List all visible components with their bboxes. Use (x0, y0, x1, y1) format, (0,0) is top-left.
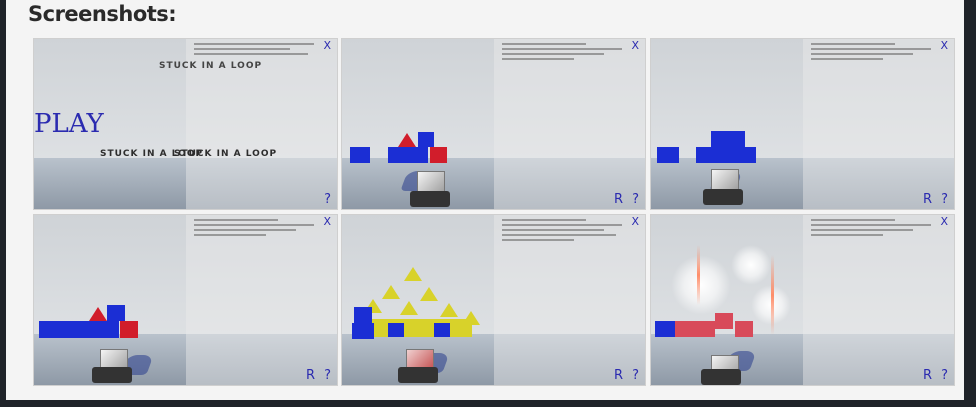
blue-cube (354, 307, 372, 323)
red-cube (715, 313, 733, 329)
yellow-pyramid (440, 303, 458, 317)
reset-button[interactable]: R (923, 368, 932, 383)
section-heading: Screenshots: (28, 2, 177, 26)
light-flare (771, 255, 774, 335)
light-flare (697, 245, 700, 305)
code-text-block (193, 43, 314, 58)
screenshot-thumbnail-3[interactable]: X R ? (650, 38, 955, 210)
close-button[interactable]: X (940, 215, 948, 228)
blue-cube (107, 305, 125, 321)
red-cube (120, 321, 138, 338)
code-overlay (493, 215, 645, 385)
screenshot-thumbnail-4[interactable]: X R ? (33, 214, 338, 386)
yellow-pyramid (420, 287, 438, 301)
code-overlay (493, 39, 645, 209)
blue-cube (418, 132, 434, 147)
close-button[interactable]: X (631, 39, 639, 52)
screenshots-panel: Screenshots: PLAY STUCK IN A LOOP STUCK … (6, 0, 964, 400)
close-button[interactable]: X (631, 215, 639, 228)
reset-button[interactable]: R (614, 368, 623, 383)
player-gun (701, 369, 741, 385)
yellow-pyramid (382, 285, 400, 299)
blue-cube (657, 147, 679, 163)
blue-cube-row (696, 147, 756, 163)
play-text: PLAY (34, 109, 104, 139)
red-cube-row (675, 321, 715, 337)
help-button[interactable]: ? (941, 192, 948, 207)
close-button[interactable]: X (323, 39, 331, 52)
red-pyramid (398, 133, 416, 147)
close-button[interactable]: X (940, 39, 948, 52)
close-button[interactable]: X (323, 215, 331, 228)
code-overlay (802, 39, 954, 209)
blue-cube (350, 147, 370, 163)
help-button[interactable]: ? (324, 192, 331, 207)
player-gun (398, 367, 438, 383)
screenshot-thumbnail-6[interactable]: X R ? (650, 214, 955, 386)
code-text-block (810, 43, 931, 63)
reset-button[interactable]: R (614, 192, 623, 207)
light-glow (731, 245, 771, 285)
help-button[interactable]: ? (941, 368, 948, 383)
code-text-block (810, 219, 931, 239)
yellow-pyramid-pile (372, 319, 472, 337)
screenshot-thumbnail-2[interactable]: X R ? (341, 38, 646, 210)
red-pyramid (89, 307, 107, 321)
light-glow (671, 255, 731, 315)
help-button[interactable]: ? (324, 368, 331, 383)
blue-cube (655, 321, 675, 337)
reset-button[interactable]: R (923, 192, 932, 207)
reset-button[interactable]: R (306, 368, 315, 383)
yellow-pyramid (404, 267, 422, 281)
yellow-pyramid (400, 301, 418, 315)
blue-cube (388, 323, 404, 337)
code-overlay (802, 215, 954, 385)
red-cube (430, 147, 447, 163)
red-cube (735, 321, 753, 337)
screenshot-thumbnail-1[interactable]: PLAY STUCK IN A LOOP STUCK IN A LOOP STU… (33, 38, 338, 210)
stuck-in-a-loop-text-bottom-echo: STUCK IN A LOOP (174, 149, 278, 159)
code-text-block (501, 43, 622, 63)
code-text-block (501, 219, 622, 244)
help-button[interactable]: ? (632, 192, 639, 207)
blue-cube (388, 147, 428, 163)
help-button[interactable]: ? (632, 368, 639, 383)
player-gun (410, 191, 450, 207)
code-text-block (193, 219, 314, 239)
blue-cube (434, 323, 450, 337)
blue-cube-row (39, 321, 119, 338)
blue-cube (352, 323, 374, 339)
screenshot-thumbnail-5[interactable]: X R ? (341, 214, 646, 386)
blue-cube-top (711, 131, 745, 147)
player-gun (703, 189, 743, 205)
player-gun (92, 367, 132, 383)
code-overlay (185, 215, 337, 385)
stuck-in-a-loop-text-top: STUCK IN A LOOP (159, 61, 263, 71)
